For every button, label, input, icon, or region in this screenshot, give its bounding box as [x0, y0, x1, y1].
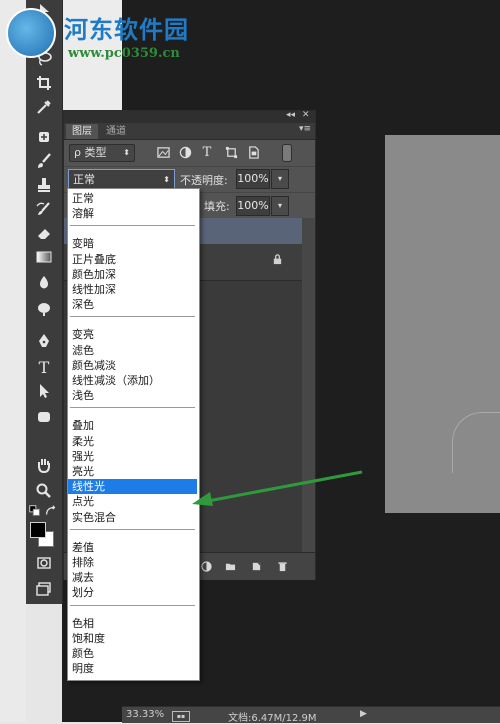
layer-filter-row: ρ 类型 ⬍ T — [64, 140, 315, 166]
smart-object-filter-icon[interactable] — [246, 145, 260, 159]
blend-menu-item[interactable]: 排除 — [68, 555, 197, 570]
filter-arrow-icon: ⬍ — [123, 148, 130, 157]
lock-icon — [272, 254, 283, 268]
gradient-tool-icon[interactable] — [32, 246, 56, 268]
status-bar: 33.33% ▪▪ 文档:6.47M/12.9M ▶ — [122, 706, 500, 724]
blur-tool-icon[interactable] — [32, 272, 56, 294]
history-brush-icon[interactable] — [32, 198, 56, 220]
menu-separator — [70, 225, 195, 228]
default-colors-icon[interactable] — [28, 500, 42, 522]
tab-channels[interactable]: 通道 — [100, 124, 132, 139]
path-selection-icon[interactable] — [32, 380, 56, 402]
opacity-label: 不透明度: — [180, 174, 228, 187]
blend-menu-item[interactable]: 色相 — [68, 616, 197, 631]
collapse-panel-icon[interactable]: ◂◂ — [286, 110, 295, 120]
panel-titlebar: ◂◂ ✕ — [64, 110, 315, 123]
healing-brush-icon[interactable] — [32, 126, 56, 148]
status-menu-arrow-icon[interactable]: ▶ — [360, 709, 367, 719]
quick-mask-icon[interactable] — [32, 552, 56, 574]
brush-tool-icon[interactable] — [32, 150, 56, 172]
fill-dropdown-button[interactable]: ▾ — [271, 196, 289, 216]
filter-kind-label: ρ 类型 — [74, 146, 107, 159]
layer-filter-select[interactable]: ρ 类型 ⬍ — [69, 144, 135, 162]
type-filter-icon[interactable]: T — [200, 145, 214, 160]
eraser-tool-icon[interactable] — [32, 222, 56, 244]
new-layer-icon[interactable] — [250, 560, 262, 572]
menu-separator — [70, 604, 195, 608]
blend-menu-item[interactable]: 柔光 — [68, 434, 197, 449]
new-adjustment-layer-icon[interactable] — [200, 560, 212, 572]
tools-panel: T — [26, 0, 63, 604]
blend-menu-item[interactable]: 明度 — [68, 661, 197, 676]
blend-menu-item[interactable]: 实色混合 — [68, 510, 197, 525]
close-panel-icon[interactable]: ✕ — [302, 110, 310, 120]
blend-menu-item[interactable]: 深色 — [68, 297, 197, 312]
blend-arrow-icon: ⬍ — [163, 175, 170, 184]
blend-menu-item[interactable]: 溶解 — [68, 206, 197, 221]
blend-mode-value: 正常 — [73, 173, 95, 186]
pixel-filter-icon[interactable] — [156, 145, 170, 159]
blend-menu-item[interactable]: 线性光 — [68, 479, 197, 495]
panel-menu-icon[interactable]: ▾≡ — [299, 124, 311, 134]
blend-mode-select[interactable]: 正常 ⬍ — [68, 169, 175, 189]
blend-menu-item[interactable]: 线性减淡（添加） — [68, 373, 197, 388]
zoom-tool-icon[interactable] — [32, 480, 56, 502]
blend-menu-item[interactable]: 减去 — [68, 570, 197, 585]
blend-menu-item[interactable]: 变暗 — [68, 236, 197, 251]
blend-menu-item[interactable]: 颜色 — [68, 646, 197, 661]
shape-filter-icon[interactable] — [224, 145, 238, 159]
shape-tool-icon[interactable] — [32, 406, 56, 428]
left-margin — [0, 0, 26, 722]
tab-layers[interactable]: 图层 — [66, 124, 98, 139]
menu-separator — [70, 316, 195, 319]
screen-mode-icon[interactable] — [32, 578, 56, 600]
opacity-input[interactable]: 100% — [236, 169, 270, 189]
fill-input[interactable]: 100% — [236, 196, 270, 216]
new-group-folder-icon[interactable] — [224, 560, 236, 572]
zoom-level[interactable]: 33.33% — [126, 709, 164, 720]
filter-toggle-switch[interactable] — [282, 144, 292, 162]
dodge-tool-icon[interactable] — [32, 298, 56, 320]
blend-menu-item[interactable]: 正常 — [68, 191, 197, 206]
blend-menu-item[interactable]: 亮光 — [68, 464, 197, 479]
fill-label: 填充: — [204, 200, 230, 213]
blend-menu-item[interactable]: 叠加 — [68, 418, 197, 433]
blend-mode-menu: 正常 溶解变暗 正片叠底 颜色加深 线性加深 深色变亮 滤色 颜色减淡 线性减淡（添加） 浅色叠加… — [67, 188, 200, 681]
blend-menu-item[interactable]: 变亮 — [68, 327, 197, 342]
delete-layer-trash-icon[interactable] — [276, 560, 288, 572]
blend-menu-item[interactable]: 颜色加深 — [68, 267, 197, 282]
blend-menu-item[interactable]: 差值 — [68, 540, 197, 555]
menu-separator — [70, 528, 195, 532]
watermark-brand-text: 河东软件园 — [64, 15, 189, 44]
blend-menu-item[interactable]: 强光 — [68, 449, 197, 464]
canvas-shape-outline — [452, 412, 500, 473]
opacity-dropdown-button[interactable]: ▾ — [271, 169, 289, 189]
clone-stamp-icon[interactable] — [32, 174, 56, 196]
eyedropper-tool-icon[interactable] — [32, 96, 56, 118]
blend-menu-item[interactable]: 颜色减淡 — [68, 358, 197, 373]
hand-tool-icon[interactable] — [32, 454, 56, 476]
foreground-color-swatch[interactable] — [30, 522, 46, 538]
annotation-arrow — [192, 470, 363, 506]
blend-menu-item[interactable]: 浅色 — [68, 388, 197, 403]
blend-menu-item[interactable]: 划分 — [68, 585, 197, 600]
adjustment-filter-icon[interactable] — [178, 145, 192, 159]
blend-menu-item[interactable]: 正片叠底 — [68, 252, 197, 267]
blend-menu-item[interactable]: 线性加深 — [68, 282, 197, 297]
type-tool-icon[interactable]: T — [32, 356, 56, 378]
panel-tabbar: 图层 通道 ▾≡ — [64, 123, 315, 140]
blend-menu-item[interactable]: 点光 — [68, 494, 197, 509]
menu-separator — [70, 407, 195, 410]
watermark-url-text: www.pc0359.cn — [68, 46, 180, 61]
crop-tool-icon[interactable] — [32, 72, 56, 94]
pen-tool-icon[interactable] — [32, 330, 56, 352]
blend-menu-item[interactable]: 滤色 — [68, 343, 197, 358]
swap-colors-icon[interactable] — [44, 500, 58, 522]
blend-menu-item[interactable]: 饱和度 — [68, 631, 197, 646]
watermark-logo — [6, 8, 56, 58]
status-preview-icon: ▪▪ — [172, 711, 190, 722]
